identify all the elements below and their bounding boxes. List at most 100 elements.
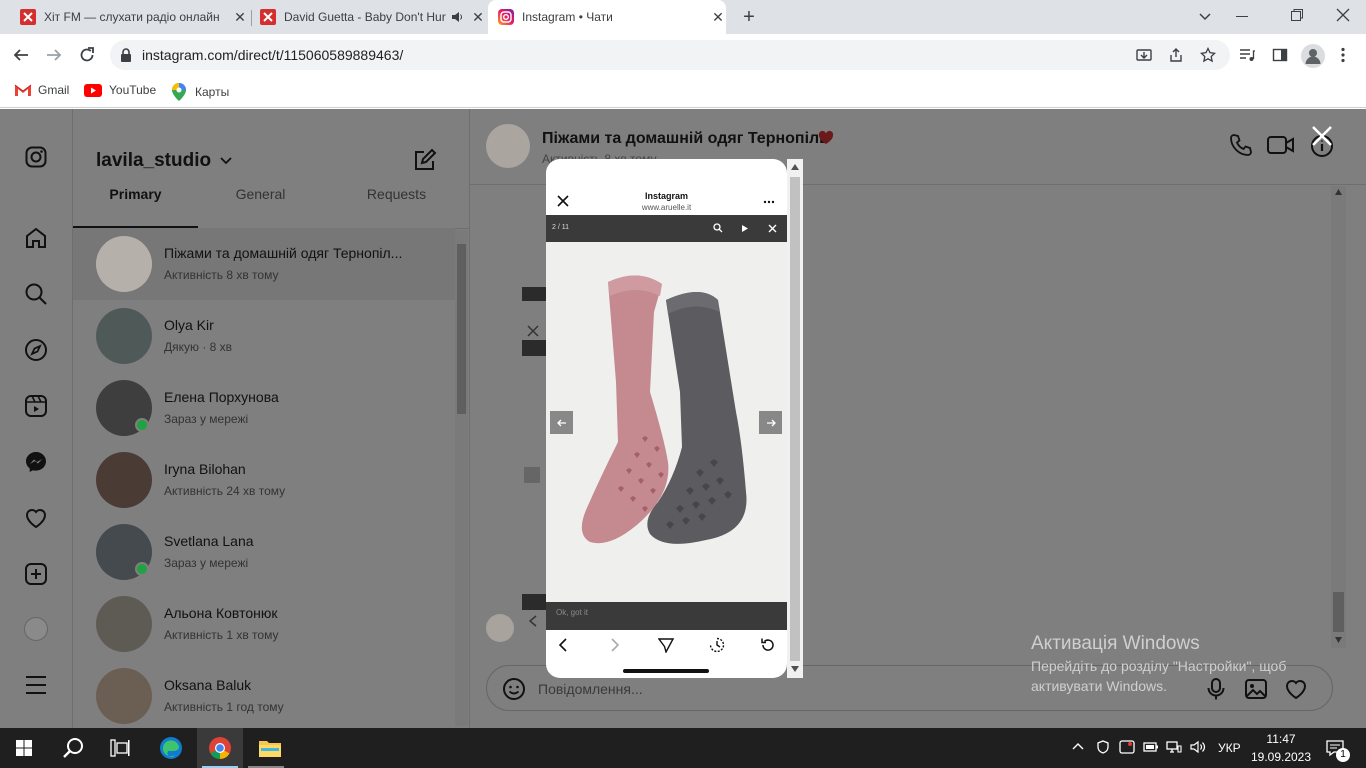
inapp-back-icon[interactable] <box>558 637 568 653</box>
side-panel-icon[interactable] <box>1272 47 1288 63</box>
task-view-icon[interactable] <box>110 739 130 757</box>
tab-close-icon[interactable]: ✕ <box>710 9 726 25</box>
arrow-right-icon <box>766 419 776 426</box>
bookmark-youtube[interactable]: YouTube <box>84 83 156 97</box>
speaker-audio-icon[interactable] <box>450 10 464 24</box>
tab-hitfm[interactable]: Хіт FM — слухати радіо онлайн ✕ <box>12 0 248 34</box>
chat-title[interactable]: Піжами та домашній одяг Тернопіль <box>542 130 829 148</box>
reload-icon[interactable] <box>78 46 96 64</box>
gallery-close-icon[interactable] <box>768 224 777 233</box>
bookmark-star-icon[interactable] <box>1200 47 1216 63</box>
tab-requests[interactable]: Requests <box>333 186 460 202</box>
conversation-row[interactable]: Olya Kir Дякую · 8 хв <box>73 300 455 372</box>
tab-close-icon[interactable]: ✕ <box>232 9 248 25</box>
tab-general[interactable]: General <box>198 186 323 202</box>
conversation-status: Зараз у мережі <box>164 556 249 570</box>
tab-search-chevron-icon[interactable] <box>1198 9 1212 23</box>
scroll-down-icon[interactable] <box>1334 636 1343 644</box>
battery-icon[interactable] <box>1143 741 1159 753</box>
url-text[interactable]: instagram.com/direct/t/115060589889463/ <box>142 47 403 63</box>
profile-avatar-nav[interactable] <box>24 617 48 641</box>
conversation-row[interactable]: Svetlana Lana Зараз у мережі <box>73 516 455 588</box>
prev-image-button[interactable] <box>550 411 573 434</box>
scroll-up-icon[interactable] <box>791 164 799 170</box>
chat-scrollbar[interactable] <box>1331 186 1346 648</box>
conversation-row[interactable]: Елена Порхунова Зараз у мережі <box>73 372 455 444</box>
tab-primary[interactable]: Primary <box>73 186 198 202</box>
notifications-heart-icon[interactable] <box>24 506 48 530</box>
conversation-row[interactable]: Піжами та домашній одяг Тернопіл... Акти… <box>73 228 455 300</box>
chrome-menu-icon[interactable] <box>1340 47 1346 63</box>
close-icon <box>527 325 539 337</box>
next-image-button[interactable] <box>759 411 782 434</box>
tab-close-icon[interactable]: ✕ <box>470 9 486 25</box>
restore-icon[interactable] <box>1290 8 1304 22</box>
inapp-reload-icon[interactable] <box>760 637 776 653</box>
windows-start-icon[interactable] <box>16 740 32 756</box>
gallery-play-icon[interactable] <box>741 224 749 233</box>
tab-youtube-guetta[interactable]: David Guetta - Baby Don't Hurt Me ✕ <box>254 0 486 34</box>
message-input[interactable]: Повідомлення... <box>538 681 643 697</box>
messenger-icon[interactable] <box>24 450 48 474</box>
notification-count-badge: 1 <box>1336 748 1350 762</box>
tray-overflow-icon[interactable] <box>1072 742 1084 750</box>
bookmark-maps[interactable]: Карты <box>172 83 229 101</box>
home-icon[interactable] <box>24 226 48 250</box>
conversation-status: Активність 24 хв тому <box>164 484 286 498</box>
bookmark-gmail[interactable]: Gmail <box>14 83 69 97</box>
hitfm-favicon-icon <box>260 9 276 25</box>
clock-time[interactable]: 11:47 <box>1252 732 1310 746</box>
input-language[interactable]: УКР <box>1218 741 1241 755</box>
new-message-icon[interactable] <box>413 148 437 172</box>
modal-scrollbar-thumb[interactable] <box>790 177 800 661</box>
conversation-row[interactable]: Iryna Bilohan Активність 24 хв тому <box>73 444 455 516</box>
conversation-status: Активність 1 год тому <box>164 700 284 714</box>
video-call-icon[interactable] <box>1267 134 1295 156</box>
chat-scrollbar-thumb[interactable] <box>1333 592 1344 632</box>
scroll-down-icon[interactable] <box>791 666 799 672</box>
taskbar-search-icon[interactable] <box>62 737 84 759</box>
tray-app-icon[interactable] <box>1119 740 1135 754</box>
share-icon[interactable] <box>1168 47 1184 63</box>
edge-browser-icon[interactable] <box>159 736 183 760</box>
inbox-scrollbar-thumb[interactable] <box>457 244 466 414</box>
search-icon[interactable] <box>24 282 48 306</box>
volume-icon[interactable] <box>1190 740 1206 754</box>
window-close-icon[interactable] <box>1336 8 1350 22</box>
shared-post-fragment <box>522 287 546 301</box>
create-plus-icon[interactable] <box>24 562 48 586</box>
network-icon[interactable] <box>1166 740 1182 754</box>
more-menu-icon[interactable] <box>25 675 47 695</box>
clock-date[interactable]: 19.09.2023 <box>1250 750 1312 764</box>
reels-icon[interactable] <box>24 394 48 418</box>
account-username[interactable]: lavila_studio <box>96 150 211 172</box>
conversation-row[interactable]: Альона Ковтонюк Активність 1 хв тому <box>73 588 455 660</box>
close-viewer-icon[interactable] <box>1311 125 1333 147</box>
emoji-icon[interactable] <box>502 677 526 701</box>
phone-call-icon[interactable] <box>1229 133 1253 157</box>
back-arrow-icon[interactable] <box>12 46 30 64</box>
install-app-icon[interactable] <box>1136 47 1152 63</box>
minimize-icon[interactable] <box>1236 16 1248 17</box>
tab-instagram[interactable]: Instagram • Чати ✕ <box>488 0 726 34</box>
media-queue-icon[interactable] <box>1239 47 1255 63</box>
chevron-down-icon[interactable] <box>220 157 232 165</box>
inapp-more-icon[interactable] <box>763 200 775 204</box>
tab-title: Хіт FM — слухати радіо онлайн <box>44 10 220 24</box>
forward-arrow-icon[interactable] <box>45 46 63 64</box>
explore-compass-icon[interactable] <box>24 338 48 362</box>
scroll-up-icon[interactable] <box>1334 188 1343 196</box>
maps-pin-icon <box>172 83 186 101</box>
new-tab-icon[interactable]: + <box>738 6 760 28</box>
inapp-share-icon[interactable] <box>658 637 674 653</box>
file-explorer-icon[interactable] <box>258 736 282 760</box>
instagram-logo-icon[interactable] <box>25 146 47 168</box>
gallery-search-icon[interactable] <box>713 223 723 233</box>
tray-shield-icon[interactable] <box>1096 740 1110 754</box>
profile-avatar[interactable] <box>1301 44 1325 68</box>
conversation-row[interactable]: Oksana Baluk Активність 1 год тому <box>73 660 455 732</box>
lock-icon[interactable] <box>120 48 132 62</box>
chat-avatar[interactable] <box>486 124 530 168</box>
inapp-forward-icon[interactable] <box>610 637 620 653</box>
inapp-history-icon[interactable] <box>709 637 725 653</box>
